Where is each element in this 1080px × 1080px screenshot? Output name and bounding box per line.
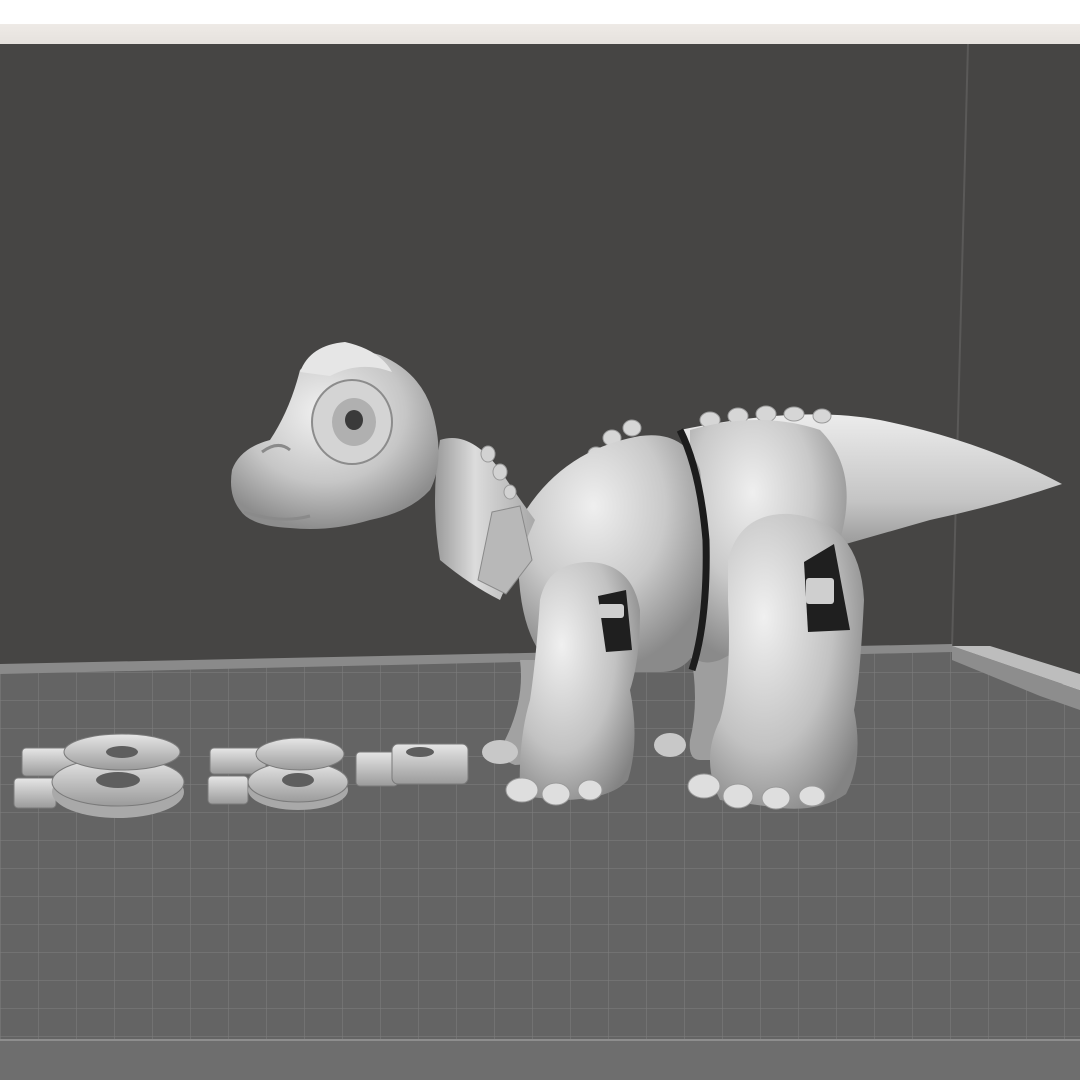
part-group-2 <box>207 737 349 810</box>
toolbar-strip <box>0 24 1080 45</box>
eye-icon <box>311 379 393 465</box>
3d-viewport[interactable] <box>0 44 1080 1080</box>
scene-canvas[interactable] <box>0 44 1080 1080</box>
title-bar <box>0 0 1080 24</box>
